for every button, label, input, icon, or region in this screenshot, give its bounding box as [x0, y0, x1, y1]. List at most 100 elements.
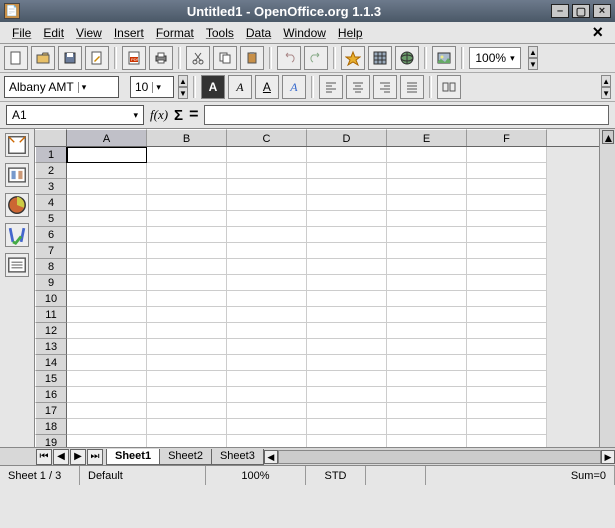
cell-C12[interactable] [227, 323, 307, 339]
row-header-6[interactable]: 6 [35, 227, 67, 243]
menu-insert[interactable]: Insert [108, 24, 150, 42]
font-size-down[interactable]: ▼ [178, 87, 188, 99]
horizontal-scrollbar[interactable]: ◀ ▶ [264, 450, 615, 464]
cell-E4[interactable] [387, 195, 467, 211]
merge-cells-button[interactable] [437, 75, 461, 99]
cell-F10[interactable] [467, 291, 547, 307]
cell-A9[interactable] [67, 275, 147, 291]
cell-D12[interactable] [307, 323, 387, 339]
column-header-D[interactable]: D [307, 129, 387, 146]
cell-F17[interactable] [467, 403, 547, 419]
close-button[interactable]: × [593, 4, 611, 18]
cell-D10[interactable] [307, 291, 387, 307]
cell-F1[interactable] [467, 147, 547, 163]
cell-D16[interactable] [307, 387, 387, 403]
scroll-up-arrow[interactable]: ▲ [602, 130, 614, 144]
cell-C1[interactable] [227, 147, 307, 163]
row-header-5[interactable]: 5 [35, 211, 67, 227]
row-header-8[interactable]: 8 [35, 259, 67, 275]
align-left-button[interactable] [319, 75, 343, 99]
cell-B14[interactable] [147, 355, 227, 371]
align-right-button[interactable] [373, 75, 397, 99]
name-box[interactable]: A1▾ [6, 105, 144, 125]
cell-F3[interactable] [467, 179, 547, 195]
cell-B18[interactable] [147, 419, 227, 435]
insert-object-button[interactable] [5, 163, 29, 187]
cell-D5[interactable] [307, 211, 387, 227]
cell-A3[interactable] [67, 179, 147, 195]
cell-A6[interactable] [67, 227, 147, 243]
copy-button[interactable] [213, 46, 237, 70]
cell-B8[interactable] [147, 259, 227, 275]
cell-E13[interactable] [387, 339, 467, 355]
cell-F6[interactable] [467, 227, 547, 243]
save-button[interactable] [58, 46, 82, 70]
cell-D7[interactable] [307, 243, 387, 259]
cell-B13[interactable] [147, 339, 227, 355]
cell-E11[interactable] [387, 307, 467, 323]
row-header-1[interactable]: 1 [35, 147, 67, 163]
cell-F12[interactable] [467, 323, 547, 339]
tab-next-button[interactable]: ▶ [70, 449, 86, 465]
row-header-17[interactable]: 17 [35, 403, 67, 419]
align-justify-button[interactable] [400, 75, 424, 99]
cell-A5[interactable] [67, 211, 147, 227]
menu-edit[interactable]: Edit [37, 24, 70, 42]
sum-icon[interactable]: Σ [174, 107, 183, 124]
cell-E1[interactable] [387, 147, 467, 163]
status-mode[interactable]: STD [306, 466, 366, 485]
cell-D6[interactable] [307, 227, 387, 243]
cell-C11[interactable] [227, 307, 307, 323]
cell-A17[interactable] [67, 403, 147, 419]
undo-button[interactable] [277, 46, 301, 70]
cell-F15[interactable] [467, 371, 547, 387]
underline-button[interactable]: A [255, 75, 279, 99]
vertical-scrollbar[interactable]: ▲ [599, 129, 615, 447]
cell-A2[interactable] [67, 163, 147, 179]
cell-B19[interactable] [147, 435, 227, 447]
cell-B9[interactable] [147, 275, 227, 291]
menu-format[interactable]: Format [150, 24, 200, 42]
cell-E3[interactable] [387, 179, 467, 195]
cell-F14[interactable] [467, 355, 547, 371]
sheet-tab-sheet2[interactable]: Sheet2 [159, 449, 212, 465]
row-header-2[interactable]: 2 [35, 163, 67, 179]
cell-C5[interactable] [227, 211, 307, 227]
tab-prev-button[interactable]: ◀ [53, 449, 69, 465]
row-header-18[interactable]: 18 [35, 419, 67, 435]
cell-C14[interactable] [227, 355, 307, 371]
cell-B5[interactable] [147, 211, 227, 227]
hscroll-left[interactable]: ◀ [264, 450, 278, 464]
column-header-F[interactable]: F [467, 129, 547, 146]
cell-D18[interactable] [307, 419, 387, 435]
cell-D8[interactable] [307, 259, 387, 275]
gallery-button[interactable] [432, 46, 456, 70]
cell-B7[interactable] [147, 243, 227, 259]
cell-B6[interactable] [147, 227, 227, 243]
cell-A4[interactable] [67, 195, 147, 211]
cell-C3[interactable] [227, 179, 307, 195]
insert-cells-button[interactable] [5, 133, 29, 157]
cell-A14[interactable] [67, 355, 147, 371]
cell-C19[interactable] [227, 435, 307, 447]
cell-A13[interactable] [67, 339, 147, 355]
menu-window[interactable]: Window [277, 24, 332, 42]
zoom-combo[interactable]: 100%▾ [469, 47, 521, 69]
cell-D14[interactable] [307, 355, 387, 371]
cell-B16[interactable] [147, 387, 227, 403]
row-header-10[interactable]: 10 [35, 291, 67, 307]
cell-C7[interactable] [227, 243, 307, 259]
cell-E14[interactable] [387, 355, 467, 371]
cell-E9[interactable] [387, 275, 467, 291]
cell-D2[interactable] [307, 163, 387, 179]
edit-file-button[interactable] [85, 46, 109, 70]
column-header-A[interactable]: A [67, 129, 147, 146]
menu-tools[interactable]: Tools [200, 24, 240, 42]
cell-F5[interactable] [467, 211, 547, 227]
cell-C9[interactable] [227, 275, 307, 291]
row-header-11[interactable]: 11 [35, 307, 67, 323]
font-name-combo[interactable]: Albany AMT▾ [4, 76, 119, 98]
status-zoom[interactable]: 100% [206, 466, 306, 485]
cell-E17[interactable] [387, 403, 467, 419]
select-all-corner[interactable] [35, 129, 67, 146]
